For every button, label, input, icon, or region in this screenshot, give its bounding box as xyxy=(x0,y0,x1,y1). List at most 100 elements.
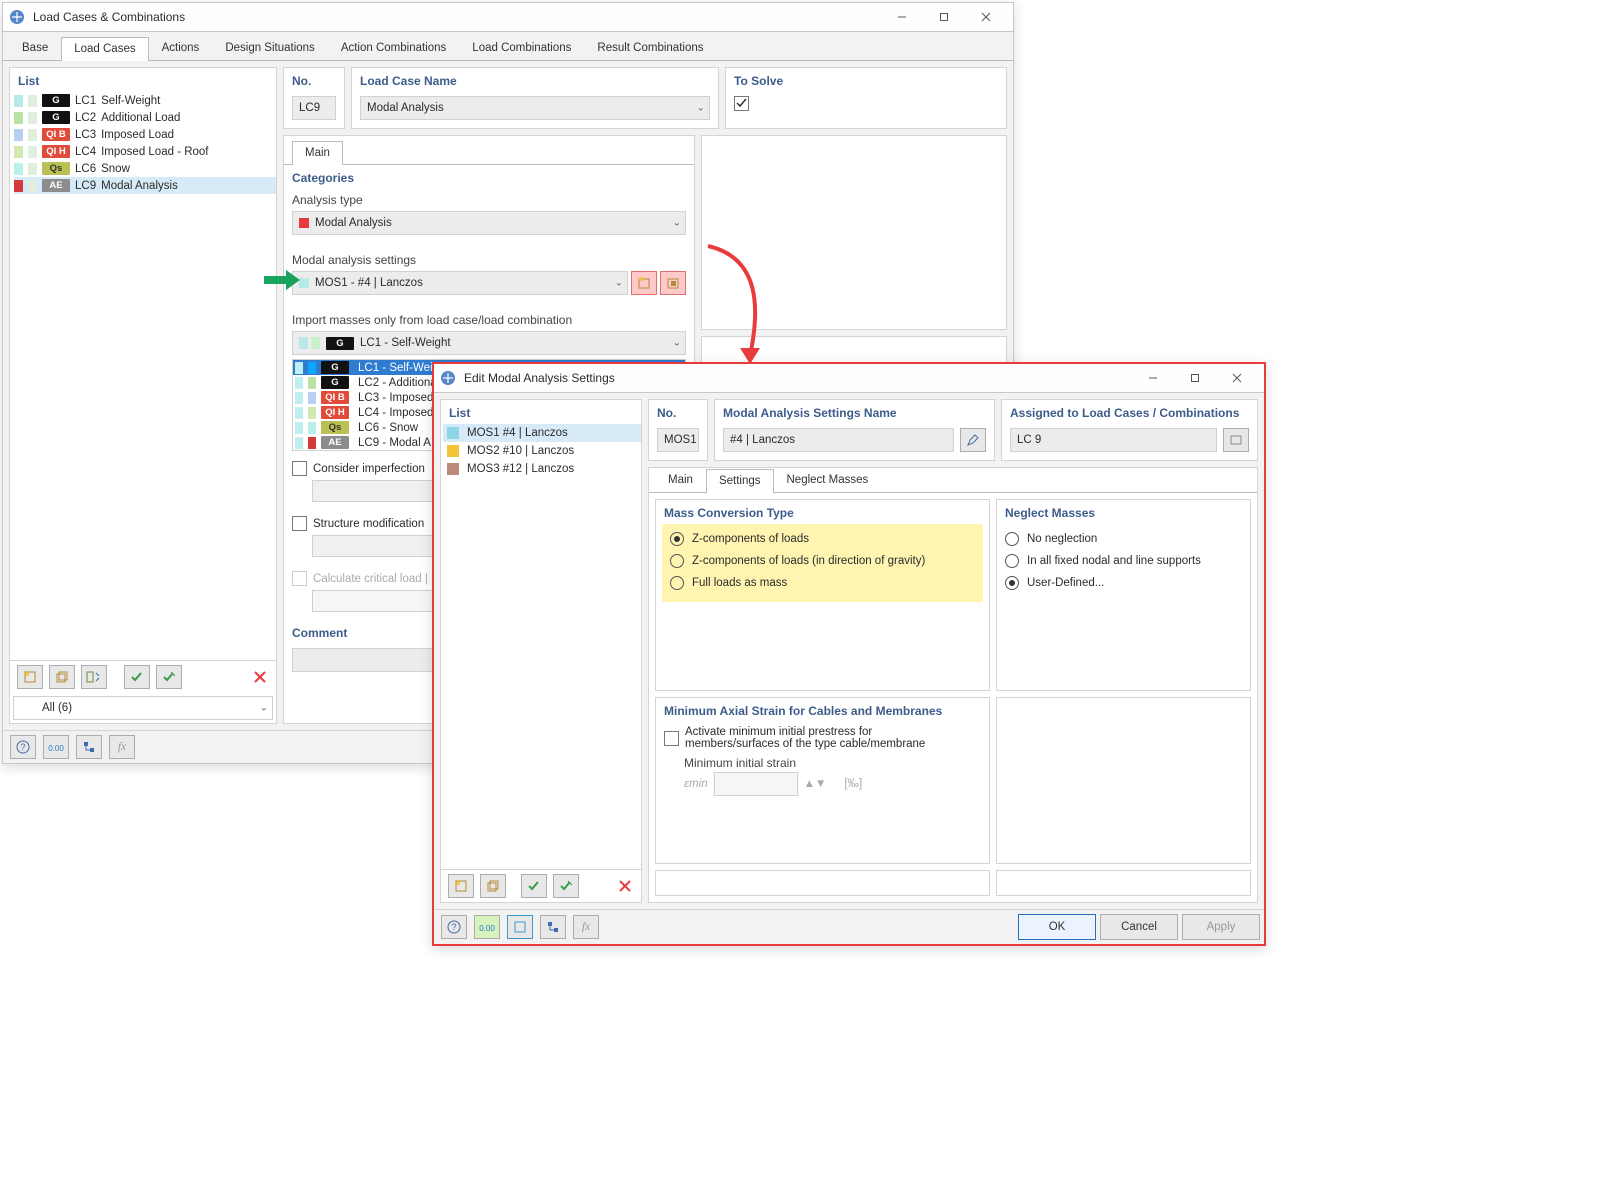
neglect-masses-option[interactable]: User-Defined... xyxy=(1005,572,1242,594)
select-all-icon[interactable] xyxy=(124,665,150,689)
mos-list-toolbar xyxy=(441,869,641,902)
new-modal-settings-icon[interactable] xyxy=(631,271,657,295)
tab-actions[interactable]: Actions xyxy=(149,36,213,60)
tab-main[interactable]: Main xyxy=(655,468,706,492)
minimize-button[interactable] xyxy=(881,3,923,31)
color-icon[interactable] xyxy=(507,915,533,939)
new-icon[interactable] xyxy=(448,874,474,898)
tab-load-combinations[interactable]: Load Combinations xyxy=(459,36,584,60)
lc-list-header: List xyxy=(10,68,276,92)
tree-icon[interactable] xyxy=(76,735,102,759)
neglect-masses-option[interactable]: No neglection xyxy=(1005,528,1242,550)
tab-action-combinations[interactable]: Action Combinations xyxy=(328,36,459,60)
mos-no-field[interactable]: MOS1 xyxy=(657,428,699,452)
lc-name: Modal Analysis xyxy=(101,180,178,192)
spacer-panel xyxy=(655,870,990,896)
lc-no-field[interactable]: LC9 xyxy=(292,96,336,120)
mass-conversion-option[interactable]: Z-components of loads (in direction of g… xyxy=(670,550,975,572)
duplicate-icon[interactable] xyxy=(49,665,75,689)
color-swatch-icon xyxy=(14,95,23,107)
category-tag: G xyxy=(42,94,70,107)
tree-icon[interactable] xyxy=(540,915,566,939)
list-item[interactable]: QI BLC3Imposed Load xyxy=(14,126,276,143)
units-icon[interactable]: 0.00 xyxy=(43,735,69,759)
neglect-masses-option[interactable]: In all fixed nodal and line supports xyxy=(1005,550,1242,572)
mass-conversion-option[interactable]: Z-components of loads xyxy=(670,528,975,550)
assigned-field[interactable]: LC 9 xyxy=(1010,428,1217,452)
tab-load-cases[interactable]: Load Cases xyxy=(61,37,148,61)
close-button[interactable] xyxy=(965,3,1007,31)
list-item[interactable]: AELC9Modal Analysis xyxy=(14,177,276,194)
fx-icon[interactable]: fx xyxy=(573,915,599,939)
category-tag: AE xyxy=(321,436,349,449)
tosolve-checkbox[interactable] xyxy=(734,96,998,111)
radio-icon xyxy=(1005,576,1019,590)
list-item[interactable]: GLC2Additional Load xyxy=(14,109,276,126)
duplicate-icon[interactable] xyxy=(480,874,506,898)
category-tag: QI B xyxy=(42,128,70,141)
lc-filter-select[interactable]: All (6)⌄ xyxy=(13,696,273,720)
settings-titlebar: Edit Modal Analysis Settings xyxy=(434,364,1264,393)
modal-settings-select[interactable]: MOS1 - #4 | Lanczos⌄ xyxy=(292,271,628,295)
neglect-panel: Neglect Masses No neglectionIn all fixed… xyxy=(996,499,1251,691)
list-item[interactable]: QsLC6Snow xyxy=(14,160,276,177)
lc-name-field[interactable]: Modal Analysis⌄ xyxy=(360,96,710,120)
activate-prestress-check[interactable]: Activate minimum initial prestress for m… xyxy=(664,726,981,750)
help-icon[interactable]: ? xyxy=(441,915,467,939)
mass-conversion-option[interactable]: Full loads as mass xyxy=(670,572,975,594)
list-item[interactable]: QI HLC4Imposed Load - Roof xyxy=(14,143,276,160)
radio-icon xyxy=(670,576,684,590)
select-all-icon[interactable] xyxy=(521,874,547,898)
category-tag: QI H xyxy=(321,406,349,419)
settings-dialog: Edit Modal Analysis Settings List MOS1 #… xyxy=(432,362,1266,946)
color-swatch-icon xyxy=(447,427,459,439)
maximize-button[interactable] xyxy=(923,3,965,31)
lc-name: Snow xyxy=(101,163,130,175)
svg-text:?: ? xyxy=(20,742,25,752)
fx-icon[interactable]: fx xyxy=(109,735,135,759)
ok-button[interactable]: OK xyxy=(1018,914,1096,940)
apply-button[interactable]: Apply xyxy=(1182,914,1260,940)
cancel-button[interactable]: Cancel xyxy=(1100,914,1178,940)
lcname-panel: Load Case Name Modal Analysis⌄ xyxy=(351,67,719,129)
lc-id: LC2 xyxy=(75,112,96,124)
edit-name-icon[interactable] xyxy=(960,428,986,452)
settings-footer: ? 0.00 fx OK Cancel Apply xyxy=(434,909,1264,944)
tab-design-situations[interactable]: Design Situations xyxy=(212,36,328,60)
analysis-type-select[interactable]: Modal Analysis⌄ xyxy=(292,211,686,235)
edit-modal-settings-icon[interactable] xyxy=(660,271,686,295)
tab-main-inner[interactable]: Main xyxy=(292,141,343,165)
maximize-button[interactable] xyxy=(1174,364,1216,392)
color-swatch-icon xyxy=(14,180,23,192)
category-tag: Qs xyxy=(321,421,349,434)
radio-icon xyxy=(670,554,684,568)
svg-text:0.00: 0.00 xyxy=(48,744,64,753)
sort-icon[interactable] xyxy=(81,665,107,689)
green-arrow-icon xyxy=(262,268,302,292)
delete-icon[interactable] xyxy=(248,666,272,688)
tab-settings[interactable]: Settings xyxy=(706,469,774,493)
tab-neglect-masses[interactable]: Neglect Masses xyxy=(774,468,882,492)
list-item[interactable]: MOS3 #12 | Lanczos xyxy=(443,460,641,478)
color-swatch-icon xyxy=(28,129,37,141)
mos-list-panel: List MOS1 #4 | LanczosMOS2 #10 | Lanczos… xyxy=(440,399,642,903)
list-item[interactable]: MOS1 #4 | Lanczos xyxy=(443,424,641,442)
help-icon[interactable]: ? xyxy=(10,735,36,759)
tab-result-combinations[interactable]: Result Combinations xyxy=(584,36,716,60)
assigned-browse-icon[interactable] xyxy=(1223,428,1249,452)
close-button[interactable] xyxy=(1216,364,1258,392)
units-icon[interactable]: 0.00 xyxy=(474,915,500,939)
list-item[interactable]: GLC1Self-Weight xyxy=(14,92,276,109)
deselect-all-icon[interactable] xyxy=(156,665,182,689)
tab-base[interactable]: Base xyxy=(9,36,61,60)
deselect-all-icon[interactable] xyxy=(553,874,579,898)
settings-title: Edit Modal Analysis Settings xyxy=(464,371,1132,385)
minimize-button[interactable] xyxy=(1132,364,1174,392)
radio-icon xyxy=(1005,554,1019,568)
delete-icon[interactable] xyxy=(613,875,637,897)
new-icon[interactable] xyxy=(17,665,43,689)
import-mass-select[interactable]: G LC1 - Self-Weight⌄ xyxy=(292,331,686,355)
list-item[interactable]: MOS2 #10 | Lanczos xyxy=(443,442,641,460)
mos-name-field[interactable]: #4 | Lanczos xyxy=(723,428,954,452)
category-tag: Qs xyxy=(42,162,70,175)
